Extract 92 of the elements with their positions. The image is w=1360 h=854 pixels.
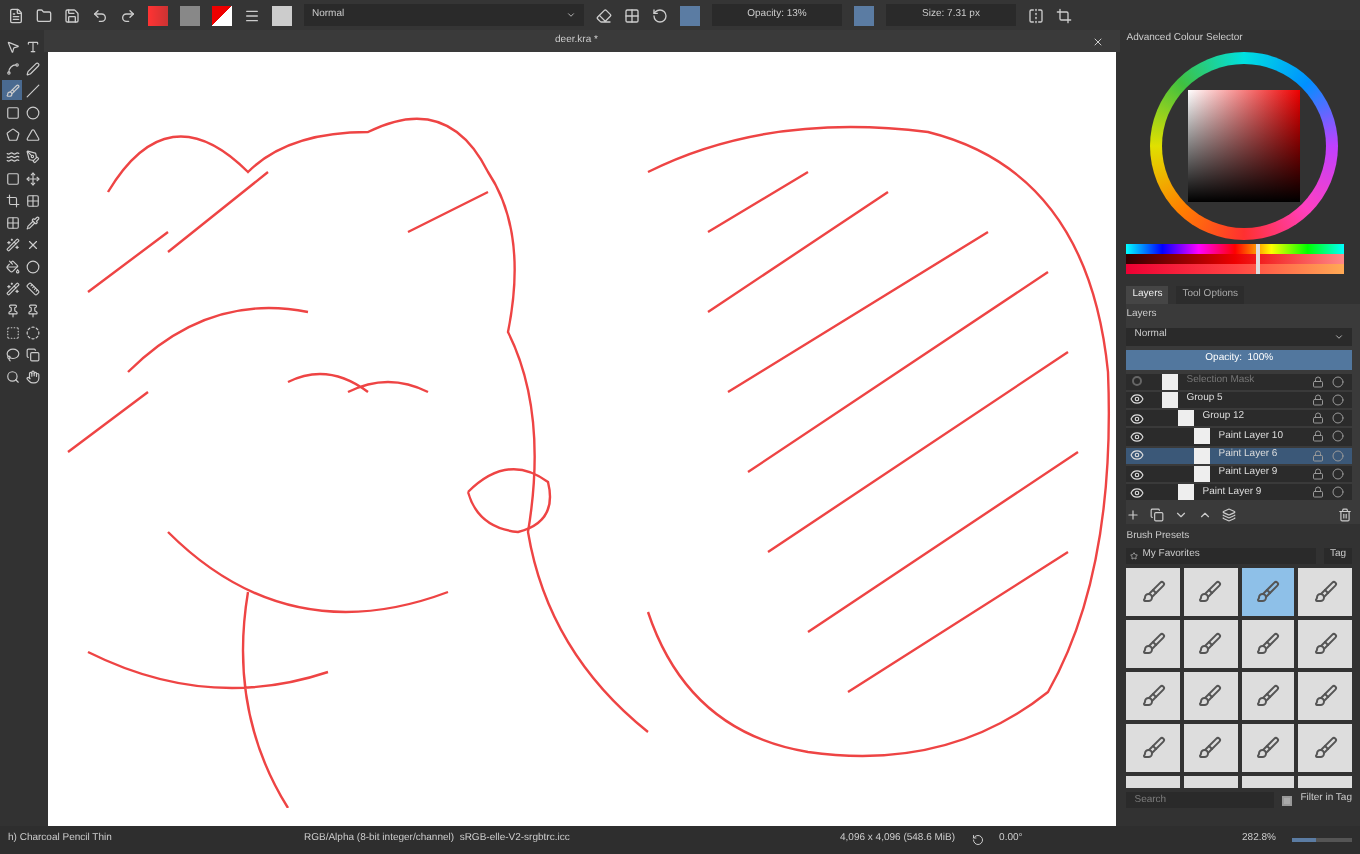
brush-preset-thumbnail[interactable] xyxy=(1241,568,1295,616)
move-down-icon[interactable] xyxy=(1174,507,1189,521)
tool-icon[interactable] xyxy=(2,168,22,188)
brush-preset-thumbnail[interactable] xyxy=(1126,672,1180,720)
tool-icon[interactable] xyxy=(23,124,44,144)
eraser-icon[interactable] xyxy=(596,7,612,23)
lock-icon[interactable] xyxy=(1312,468,1324,481)
pattern-swatch[interactable] xyxy=(180,5,200,25)
redo-icon[interactable] xyxy=(120,7,136,23)
colour-swatch[interactable] xyxy=(680,5,700,25)
properties-icon[interactable] xyxy=(1222,507,1237,521)
eye-icon[interactable] xyxy=(1126,411,1147,426)
brush-preset-thumbnail[interactable] xyxy=(1241,672,1295,720)
tool-icon[interactable] xyxy=(2,234,22,254)
lock-icon[interactable] xyxy=(1312,412,1324,425)
colour-swatch[interactable] xyxy=(854,5,874,25)
rotate-icon xyxy=(971,834,984,846)
tool-icon[interactable] xyxy=(23,366,44,386)
tool-icon[interactable] xyxy=(2,146,22,166)
move-up-icon[interactable] xyxy=(1198,507,1213,521)
caret-icon xyxy=(566,10,576,20)
tool-icon[interactable] xyxy=(2,212,22,232)
tool-icon[interactable] xyxy=(2,36,22,56)
tool-icon[interactable] xyxy=(23,146,44,166)
tool-icon[interactable] xyxy=(2,344,22,364)
lock-icon[interactable] xyxy=(1312,430,1324,443)
brush-preset-thumbnail[interactable] xyxy=(1298,568,1352,616)
brush-preset-thumbnail[interactable] xyxy=(1298,724,1352,772)
eye-icon[interactable] xyxy=(1126,448,1147,463)
alpha-lock-icon[interactable] xyxy=(624,7,640,23)
saturation-value-square[interactable] xyxy=(1187,90,1300,202)
brush-preset-thumbnail[interactable] xyxy=(1183,724,1238,772)
lock-icon[interactable] xyxy=(1312,375,1324,388)
tool-icon[interactable] xyxy=(2,366,22,386)
tool-icon[interactable] xyxy=(2,190,22,210)
brush-preset-thumbnail[interactable] xyxy=(1126,724,1180,772)
reload-icon[interactable] xyxy=(652,7,668,23)
eye-icon[interactable] xyxy=(1126,392,1147,407)
eye-icon[interactable] xyxy=(1126,485,1147,500)
brush-settings-icon[interactable] xyxy=(244,7,260,23)
eye-icon[interactable] xyxy=(1126,429,1147,444)
star-icon xyxy=(1130,552,1139,560)
crop-icon[interactable] xyxy=(1056,7,1072,23)
tool-icon[interactable] xyxy=(23,58,44,78)
lock-icon[interactable] xyxy=(1312,486,1324,499)
add-layer-icon[interactable] xyxy=(1126,507,1141,521)
tool-icon[interactable] xyxy=(23,278,44,298)
brush-preset-swatch[interactable] xyxy=(272,5,292,25)
lock-icon[interactable] xyxy=(1312,393,1324,406)
slider-handle[interactable] xyxy=(1256,264,1261,274)
duplicate-icon[interactable] xyxy=(1150,507,1165,521)
lock-icon[interactable] xyxy=(1312,449,1324,462)
gradient-swatch[interactable] xyxy=(148,5,168,25)
tool-icon[interactable] xyxy=(23,212,44,232)
caret-icon xyxy=(1334,331,1344,341)
undo-icon[interactable] xyxy=(92,7,108,23)
saturation-slider[interactable] xyxy=(1126,264,1344,274)
delete-icon[interactable] xyxy=(1338,507,1352,521)
brush-preset-thumbnail[interactable] xyxy=(1241,724,1295,772)
brush-preset-thumbnail[interactable] xyxy=(1298,620,1352,668)
tool-icon[interactable] xyxy=(23,102,44,122)
brush-preset-thumbnail[interactable] xyxy=(1126,620,1180,668)
tool-icon[interactable] xyxy=(23,256,44,276)
open-file-icon[interactable] xyxy=(36,7,52,23)
brush-preset-thumbnail[interactable] xyxy=(1183,672,1238,720)
hue-slider[interactable] xyxy=(1126,244,1344,254)
mirror-icon[interactable] xyxy=(1028,7,1044,23)
tool-icon[interactable] xyxy=(2,278,22,298)
brush-preset-thumbnail[interactable] xyxy=(1126,568,1180,616)
close-icon[interactable] xyxy=(1092,35,1105,47)
foreground-background-colour-icon[interactable] xyxy=(212,5,232,25)
tool-icon[interactable] xyxy=(23,300,44,320)
tool-icon[interactable] xyxy=(23,36,44,56)
lightness-slider[interactable] xyxy=(1126,254,1344,264)
tool-icon[interactable] xyxy=(2,102,22,122)
tool-icon[interactable] xyxy=(23,190,44,210)
tool-icon[interactable] xyxy=(2,124,22,144)
brush-preset-thumbnail[interactable] xyxy=(1183,568,1238,616)
tool-icon[interactable] xyxy=(23,344,44,364)
eye-icon[interactable] xyxy=(1126,467,1147,482)
tool-icon[interactable] xyxy=(23,322,44,342)
brush-preset-thumbnail[interactable] xyxy=(1298,672,1352,720)
tool-icon[interactable] xyxy=(23,80,44,100)
brush-preset-thumbnail[interactable] xyxy=(1183,620,1238,668)
tool-icon[interactable] xyxy=(2,256,22,276)
tool-icon[interactable] xyxy=(2,58,22,78)
save-icon[interactable] xyxy=(64,7,80,23)
filter-in-tag-checkbox[interactable] xyxy=(1282,795,1293,805)
tool-icon[interactable] xyxy=(2,300,22,320)
tool-icon[interactable] xyxy=(23,168,44,188)
new-file-icon[interactable] xyxy=(8,7,24,23)
brush-preset-thumbnail[interactable] xyxy=(1241,620,1295,668)
